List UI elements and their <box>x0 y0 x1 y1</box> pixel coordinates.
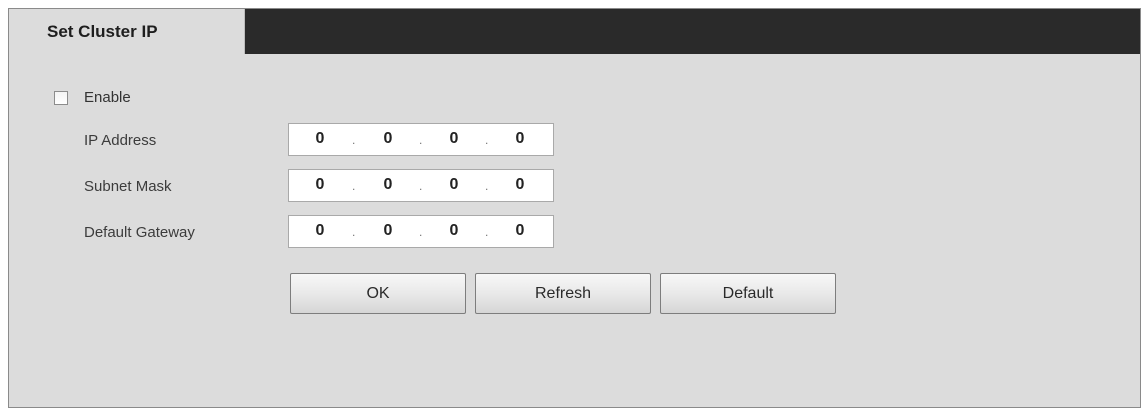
default-button[interactable]: Default <box>660 273 836 314</box>
octet-separator: . <box>485 133 489 147</box>
ip-address-octet-3[interactable]: 0 <box>434 129 474 149</box>
octet-separator: . <box>485 225 489 239</box>
subnet-mask-field: 0 . 0 . 0 . 0 <box>288 169 554 202</box>
ok-button[interactable]: OK <box>290 273 466 314</box>
subnet-mask-octet-1[interactable]: 0 <box>300 175 340 195</box>
tab-label: Set Cluster IP <box>47 22 158 41</box>
ip-address-octet-2[interactable]: 0 <box>368 129 408 149</box>
octet-separator: . <box>352 225 356 239</box>
octet-separator: . <box>419 179 423 193</box>
default-gateway-octet-1[interactable]: 0 <box>300 221 340 241</box>
tab-bar: Set Cluster IP <box>9 9 1140 54</box>
octet-separator: . <box>352 133 356 147</box>
default-gateway-label: Default Gateway <box>84 224 195 241</box>
default-gateway-octet-4[interactable]: 0 <box>500 221 540 241</box>
refresh-button[interactable]: Refresh <box>475 273 651 314</box>
ip-address-field: 0 . 0 . 0 . 0 <box>288 123 554 156</box>
ip-address-octet-4[interactable]: 0 <box>500 129 540 149</box>
tab-set-cluster-ip[interactable]: Set Cluster IP <box>9 9 245 54</box>
ip-address-octet-1[interactable]: 0 <box>300 129 340 149</box>
octet-separator: . <box>419 225 423 239</box>
cluster-ip-panel: Set Cluster IP Enable IP Address 0 . 0 .… <box>8 8 1141 408</box>
default-gateway-octet-3[interactable]: 0 <box>434 221 474 241</box>
default-gateway-field: 0 . 0 . 0 . 0 <box>288 215 554 248</box>
octet-separator: . <box>485 179 489 193</box>
ip-address-label: IP Address <box>84 132 157 149</box>
subnet-mask-octet-4[interactable]: 0 <box>500 175 540 195</box>
subnet-mask-octet-2[interactable]: 0 <box>368 175 408 195</box>
default-gateway-octet-2[interactable]: 0 <box>368 221 408 241</box>
subnet-mask-octet-3[interactable]: 0 <box>434 175 474 195</box>
subnet-mask-label: Subnet Mask <box>84 178 172 195</box>
enable-label: Enable <box>84 89 131 106</box>
octet-separator: . <box>419 133 423 147</box>
enable-checkbox[interactable] <box>54 91 68 105</box>
octet-separator: . <box>352 179 356 193</box>
